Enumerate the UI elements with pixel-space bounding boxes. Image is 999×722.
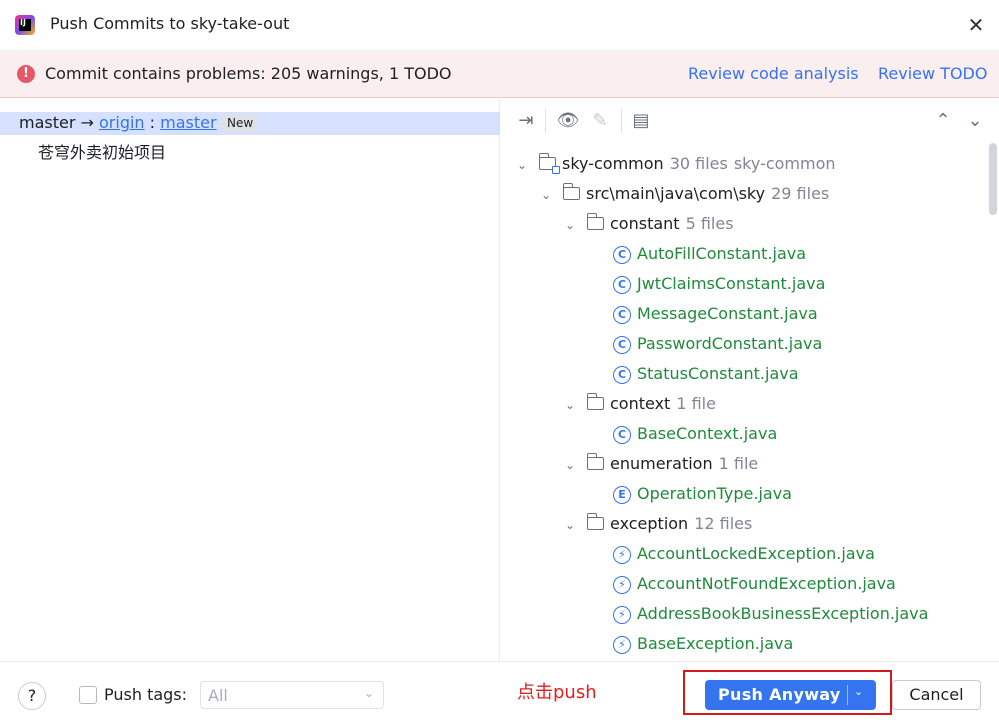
- target-branch-link[interactable]: master: [160, 113, 216, 132]
- chevron-down-icon: ⌄: [363, 686, 374, 700]
- problems-banner: ! Commit contains problems: 205 warnings…: [0, 50, 999, 98]
- chevron-down-icon[interactable]: ⌄: [565, 451, 579, 479]
- chevron-down-icon[interactable]: ⌄: [565, 211, 579, 239]
- tree-file[interactable]: ⚡ AccountNotFoundException.java: [613, 570, 896, 598]
- folder-icon: [586, 393, 604, 410]
- class-icon: C: [613, 246, 631, 264]
- exception-icon: ⚡: [613, 636, 631, 654]
- tree-node-exception[interactable]: ⌄ exception 12 files: [565, 510, 752, 538]
- push-tags-checkbox[interactable]: [79, 686, 97, 704]
- tree-node-constant[interactable]: ⌄ constant 5 files: [565, 210, 734, 238]
- error-icon: !: [17, 65, 35, 83]
- edit-icon[interactable]: ✎: [588, 110, 612, 132]
- tree-node-module[interactable]: ⌄ sky-common 30 files sky-common: [517, 150, 836, 178]
- chevron-down-icon[interactable]: ⌄: [854, 685, 863, 698]
- module-folder-icon: [538, 153, 560, 174]
- branch-separator: :: [149, 113, 156, 132]
- tree-file[interactable]: C JwtClaimsConstant.java: [613, 270, 825, 298]
- class-icon: C: [613, 276, 631, 294]
- button-divider: [847, 685, 848, 705]
- changes-panel: ⇥ 👁 ✎ ▤ ⌃ ⌄ ⌄ sky-common 30 files sky-commo…: [501, 99, 999, 661]
- tree-file[interactable]: C StatusConstant.java: [613, 360, 799, 388]
- tree-node-context[interactable]: ⌄ context 1 file: [565, 390, 716, 418]
- push-tags-select[interactable]: All ⌄: [200, 681, 384, 709]
- exception-icon: ⚡: [613, 606, 631, 624]
- exception-icon: ⚡: [613, 576, 631, 594]
- chevron-down-icon[interactable]: ⌄: [541, 181, 555, 209]
- class-icon: C: [613, 336, 631, 354]
- chevron-down-icon[interactable]: ⌄: [565, 391, 579, 419]
- branch-mapping: master → origin : master: [19, 113, 217, 132]
- annotation-text: 点击push: [517, 682, 597, 703]
- tree-file[interactable]: C MessageConstant.java: [613, 300, 818, 328]
- scrollbar[interactable]: [989, 143, 997, 215]
- tree-file[interactable]: C AutoFillConstant.java: [613, 240, 806, 268]
- class-icon: C: [613, 366, 631, 384]
- window-title: Push Commits to sky-take-out: [50, 14, 290, 33]
- remote-link[interactable]: origin: [99, 113, 145, 132]
- toolbar-separator: [545, 109, 546, 133]
- tree-file[interactable]: C BaseContext.java: [613, 420, 777, 448]
- folder-icon: [562, 183, 580, 200]
- toolbar-separator: [621, 109, 622, 133]
- chevron-down-icon[interactable]: ⌄: [565, 511, 579, 539]
- branch-row[interactable]: master → origin : master New: [0, 112, 500, 135]
- title-bar: IJ Push Commits to sky-take-out ✕: [0, 0, 999, 50]
- folder-icon: [586, 513, 604, 530]
- folder-icon: [586, 213, 604, 230]
- close-icon: ✕: [967, 13, 985, 37]
- help-button[interactable]: ?: [18, 682, 46, 710]
- push-anyway-label: Push Anyway: [718, 685, 841, 704]
- close-button[interactable]: ✕: [965, 14, 987, 36]
- tree-file[interactable]: C PasswordConstant.java: [613, 330, 822, 358]
- expand-all-icon[interactable]: ⌃: [931, 110, 955, 132]
- question-icon: ?: [27, 686, 37, 705]
- push-tags-label: Push tags:: [104, 685, 188, 704]
- new-badge: New: [222, 115, 259, 132]
- tree-file[interactable]: ⚡ AccountLockedException.java: [613, 540, 875, 568]
- tree-file[interactable]: ⚡ AddressBookBusinessException.java: [613, 600, 928, 628]
- cancel-button[interactable]: Cancel: [892, 680, 981, 710]
- tree-file[interactable]: ⚡ BaseException.java: [613, 630, 793, 658]
- review-code-analysis-link[interactable]: Review code analysis: [688, 64, 859, 83]
- push-anyway-button[interactable]: Push Anyway ⌄: [705, 680, 876, 710]
- tree-node-path[interactable]: ⌄ src\main\java\com\sky 29 files: [541, 180, 829, 208]
- collapse-changes-icon[interactable]: ⇥: [514, 110, 538, 132]
- problems-message: Commit contains problems: 205 warnings, …: [45, 64, 452, 83]
- intellij-app-icon: IJ: [15, 15, 35, 35]
- dialog-footer: ? Push tags: All ⌄ 点击push Push Anyway ⌄ …: [0, 661, 999, 722]
- commits-panel: master → origin : master New 苍穹外卖初始项目: [0, 99, 500, 661]
- arrow-icon: →: [80, 113, 94, 132]
- class-icon: C: [613, 426, 631, 444]
- class-icon: C: [613, 306, 631, 324]
- exception-icon: ⚡: [613, 546, 631, 564]
- folder-icon: [586, 453, 604, 470]
- tree-file[interactable]: E OperationType.java: [613, 480, 792, 508]
- collapse-all-icon[interactable]: ⌄: [963, 110, 987, 132]
- enum-icon: E: [613, 486, 631, 504]
- group-by-icon[interactable]: ▤: [629, 110, 653, 132]
- changes-toolbar: ⇥ 👁 ✎ ▤ ⌃ ⌄: [501, 99, 999, 143]
- tree-node-enumeration[interactable]: ⌄ enumeration 1 file: [565, 450, 758, 478]
- eye-icon[interactable]: 👁: [556, 110, 580, 132]
- local-branch: master: [19, 113, 76, 132]
- chevron-down-icon[interactable]: ⌄: [517, 151, 531, 179]
- commit-message[interactable]: 苍穹外卖初始项目: [38, 139, 166, 163]
- review-todo-link[interactable]: Review TODO: [878, 64, 987, 83]
- push-tags-value: All: [208, 686, 228, 705]
